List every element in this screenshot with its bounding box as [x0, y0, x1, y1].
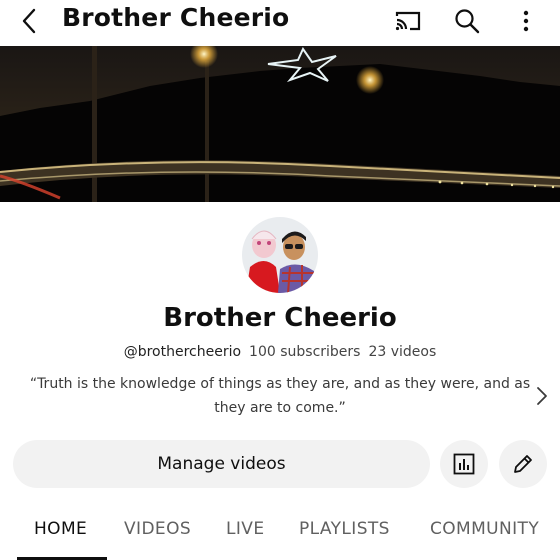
analytics-button[interactable] — [440, 440, 488, 488]
banner-image — [0, 46, 560, 202]
search-button[interactable] — [450, 4, 484, 38]
cast-icon — [395, 11, 421, 31]
tab-playlists[interactable]: PLAYLISTS — [299, 519, 390, 539]
avatar[interactable] — [242, 217, 318, 293]
tab-community[interactable]: COMMUNITY — [430, 519, 539, 539]
avatar-image — [242, 217, 318, 293]
description-expand-button[interactable] — [532, 386, 552, 406]
chevron-right-icon — [537, 387, 547, 405]
tab-home[interactable]: HOME — [34, 519, 87, 539]
edit-channel-button[interactable] — [499, 440, 547, 488]
manage-videos-button[interactable]: Manage videos — [13, 440, 430, 488]
search-icon — [455, 9, 480, 34]
pencil-icon — [514, 455, 532, 473]
analytics-icon — [453, 453, 475, 475]
tab-videos[interactable]: VIDEOS — [124, 519, 191, 539]
back-button[interactable] — [14, 6, 44, 36]
video-count: 23 videos — [368, 344, 437, 360]
cast-button[interactable] — [391, 4, 425, 38]
channel-description[interactable]: “Truth is the knowledge of things as the… — [24, 372, 536, 420]
more-vert-icon — [523, 10, 529, 32]
channel-meta: @brothercheerio 100 subscribers 23 video… — [0, 344, 560, 360]
channel-handle: @brothercheerio — [123, 344, 242, 360]
channel-banner — [0, 46, 560, 202]
tab-live[interactable]: LIVE — [226, 519, 264, 539]
more-options-button[interactable] — [509, 4, 543, 38]
subscriber-count: 100 subscribers — [249, 344, 361, 360]
top-app-bar: Brother Cheerio — [0, 0, 560, 46]
channel-tabs: HOME VIDEOS LIVE PLAYLISTS COMMUNITY — [0, 505, 560, 560]
channel-name: Brother Cheerio — [163, 303, 397, 333]
page-title: Brother Cheerio — [62, 3, 290, 32]
back-arrow-icon — [22, 8, 36, 34]
